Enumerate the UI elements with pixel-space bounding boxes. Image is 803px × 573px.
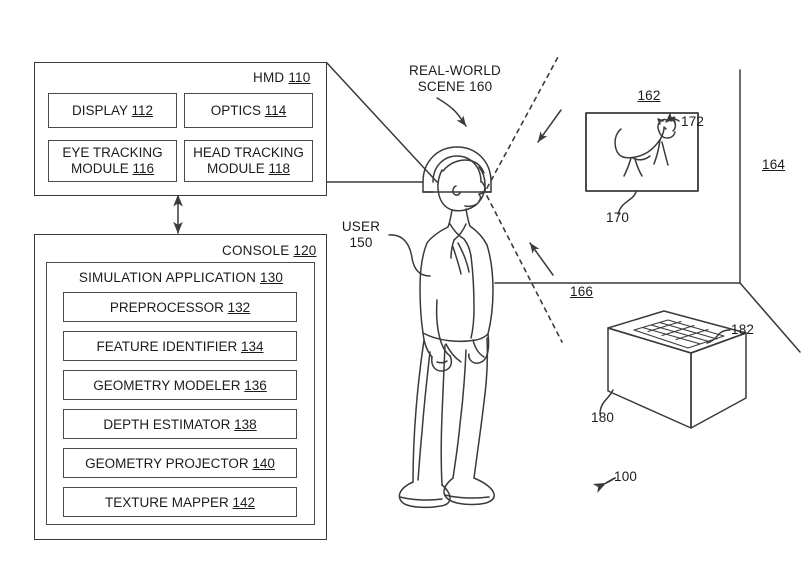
system-ref-label: 100 xyxy=(614,469,638,484)
picture-ref-label: 170 xyxy=(606,210,630,225)
real-world-scene-label: REAL-WORLD SCENE 160 xyxy=(409,63,501,96)
user-label: USER 150 xyxy=(342,219,380,252)
hmd-module-head-tracking[interactable]: HEAD TRACKING MODULE 118 xyxy=(184,140,313,182)
hmd-block-title: HMD 110 xyxy=(253,70,310,86)
user-label-line1: USER xyxy=(341,219,381,234)
hmd-module-head-tracking-label: HEAD TRACKING MODULE 118 xyxy=(193,145,304,176)
sim-module-preprocessor[interactable]: PREPROCESSOR 132 xyxy=(63,292,297,322)
sim-module-depth-estimator-label: DEPTH ESTIMATOR 138 xyxy=(103,416,257,432)
hmd-title-text: HMD xyxy=(253,70,285,85)
picture-feature-ref-label: 172 xyxy=(681,114,705,129)
sim-app-title-ref: 130 xyxy=(260,270,284,285)
cat-drawing xyxy=(614,116,677,177)
scene-label-leader xyxy=(436,97,467,127)
user-label-line2: 150 xyxy=(349,235,373,251)
sim-module-geometry-modeler[interactable]: GEOMETRY MODELER 136 xyxy=(63,370,297,400)
hmd-module-optics[interactable]: OPTICS 114 xyxy=(184,93,313,128)
wall-right-ref-label: 164 xyxy=(762,157,786,172)
wall-back-ref-label: 162 xyxy=(637,88,661,103)
hmd-module-display-label: DISPLAY 112 xyxy=(71,103,154,118)
sim-module-depth-estimator[interactable]: DEPTH ESTIMATOR 138 xyxy=(63,409,297,439)
hmd-module-eye-tracking[interactable]: EYE TRACKING MODULE 116 xyxy=(48,140,177,182)
scene-label-line1: REAL-WORLD xyxy=(408,63,502,78)
hmd-title-ref: 110 xyxy=(288,70,311,85)
console-title-text: CONSOLE xyxy=(222,243,290,258)
sim-module-preprocessor-label: PREPROCESSOR 132 xyxy=(109,299,251,315)
hmd-module-optics-label: OPTICS 114 xyxy=(210,103,287,118)
sim-module-geometry-modeler-label: GEOMETRY MODELER 136 xyxy=(93,377,267,393)
object-ref-label: 180 xyxy=(591,410,615,425)
user-figure xyxy=(398,146,495,509)
sim-module-feature-identifier-label: FEATURE IDENTIFIER 134 xyxy=(96,338,264,354)
simulation-application-title: SIMULATION APPLICATION 130 xyxy=(79,270,283,286)
patent-figure: HMD 110 DISPLAY 112 OPTICS 114 EYE TRACK… xyxy=(0,0,803,573)
console-block-title: CONSOLE 120 xyxy=(222,243,317,259)
hmd-module-display[interactable]: DISPLAY 112 xyxy=(48,93,177,128)
field-of-view-lines xyxy=(486,56,563,343)
scene-direction-arrows xyxy=(529,109,562,276)
sim-app-title-text: SIMULATION APPLICATION xyxy=(78,270,257,285)
sim-module-geometry-projector-label: GEOMETRY PROJECTOR 140 xyxy=(85,455,275,471)
sim-module-texture-mapper[interactable]: TEXTURE MAPPER 142 xyxy=(63,487,297,517)
console-title-ref: 120 xyxy=(293,243,317,258)
floor-ref-label: 166 xyxy=(570,284,594,299)
sim-module-geometry-projector[interactable]: GEOMETRY PROJECTOR 140 xyxy=(63,448,297,478)
hmd-module-eye-tracking-label: EYE TRACKING MODULE 116 xyxy=(62,145,163,176)
scene-object-box xyxy=(607,310,747,429)
sim-module-texture-mapper-label: TEXTURE MAPPER 142 xyxy=(104,494,256,510)
sim-module-feature-identifier[interactable]: FEATURE IDENTIFIER 134 xyxy=(63,331,297,361)
object-grid-ref-label: 182 xyxy=(731,322,755,337)
scene-label-line2: SCENE 160 xyxy=(417,79,493,95)
